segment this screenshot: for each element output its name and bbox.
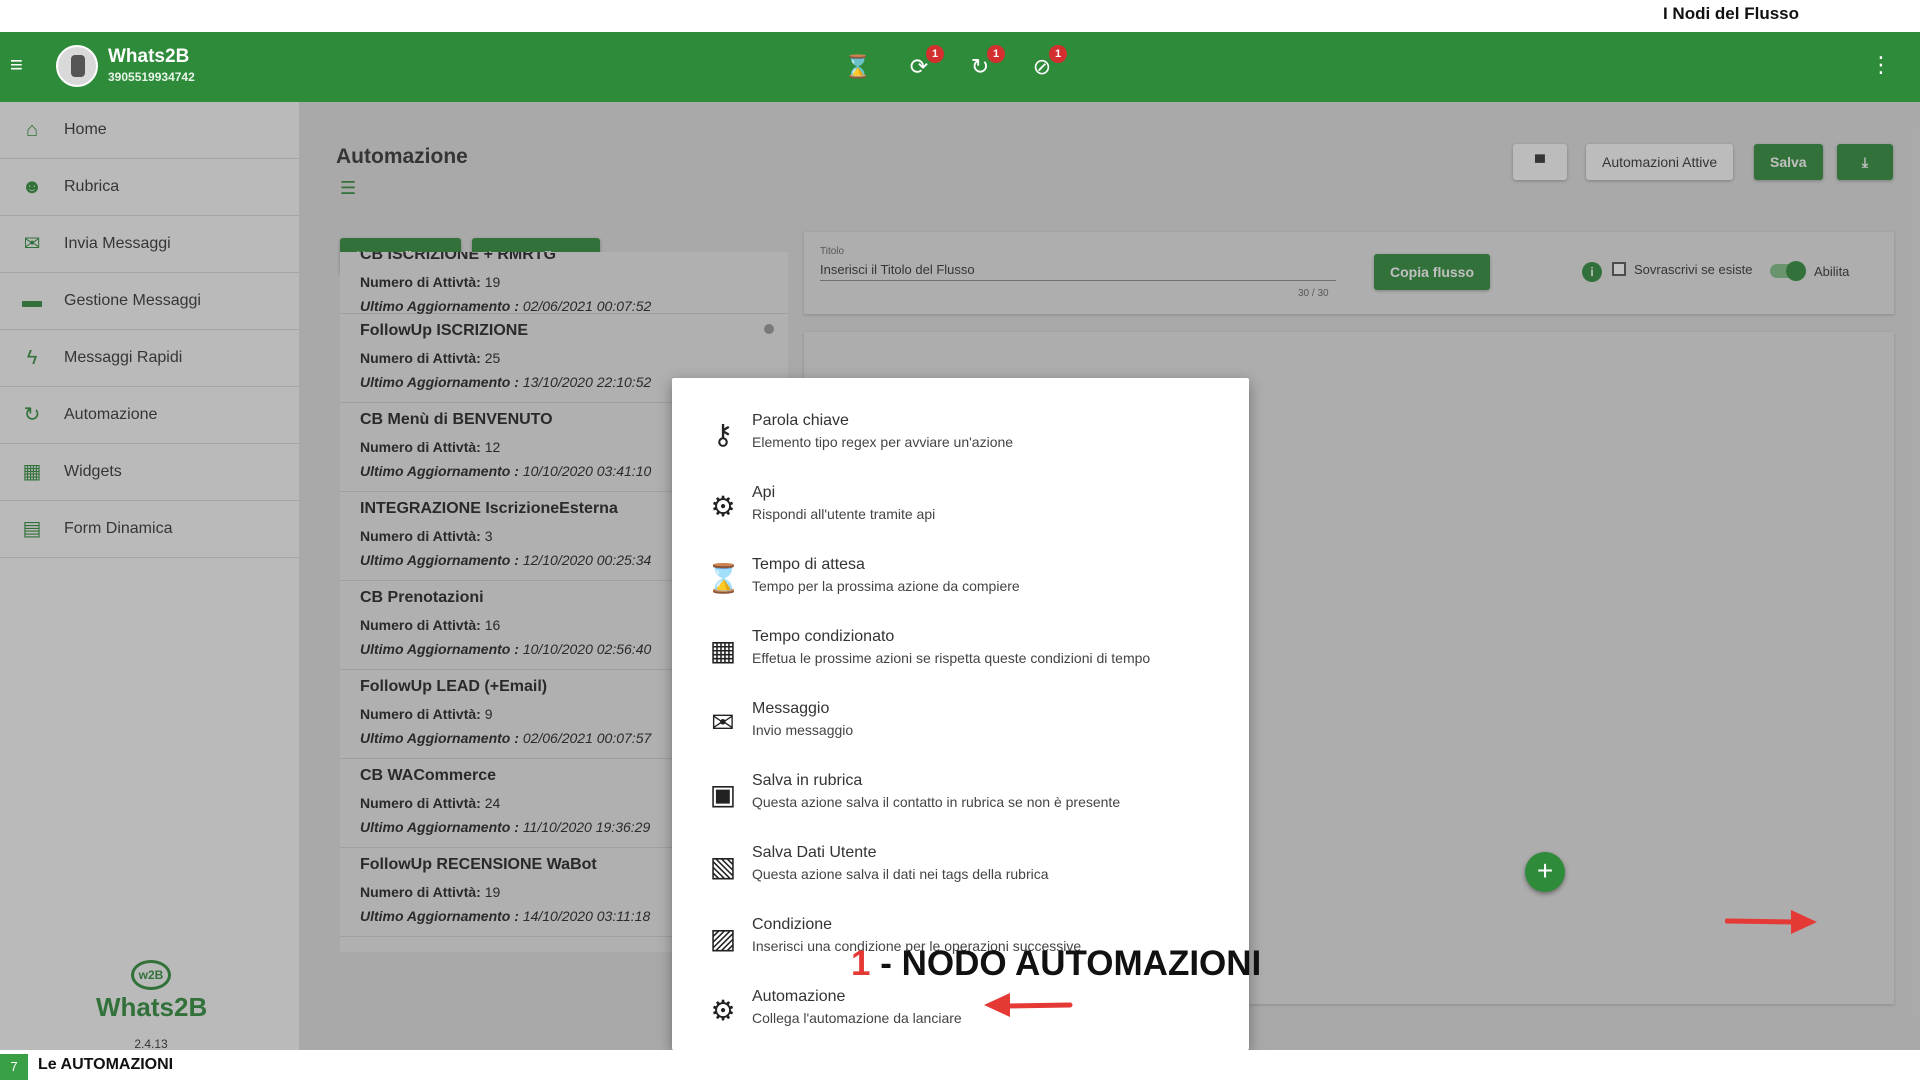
menu-item-title: Salva in rubrica	[752, 772, 863, 789]
menu-icon[interactable]: ≡	[10, 54, 32, 76]
menu-item-tempo-condizionato[interactable]: ▦ Tempo condizionato Effetua le prossime…	[672, 616, 1249, 688]
menu-item-title: Parola chiave	[752, 412, 849, 429]
app-name: Whats2B	[108, 46, 190, 67]
envelope-icon: ✉	[711, 707, 735, 738]
menu-item-messaggio[interactable]: ✉ Messaggio Invio messaggio	[672, 688, 1249, 760]
notification-badge: 1	[1049, 45, 1067, 63]
hourglass-icon[interactable]: ⌛	[844, 54, 871, 80]
menu-item-title: Automazione	[752, 988, 846, 1005]
phone-number: 3905519934742	[108, 70, 195, 84]
menu-item-subtitle: Questa azione salva il contatto in rubri…	[752, 794, 1121, 810]
avatar[interactable]	[56, 45, 98, 87]
menu-item-title: Tempo di attesa	[752, 556, 865, 573]
slide-title: I Nodi del Flusso	[1662, 4, 1799, 23]
menu-item-salva-in-rubrica[interactable]: ▣ Salva in rubrica Questa azione salva i…	[672, 760, 1249, 832]
api-gear-icon: ⚙	[710, 491, 736, 522]
menu-item-tempo-di-attesa[interactable]: ⌛ Tempo di attesa Tempo per la prossima …	[672, 544, 1249, 616]
menu-item-subtitle: Rispondi all'utente tramite api	[752, 506, 936, 522]
top-bar: ≡ Whats2B 3905519934742 ⌛ ⟳ 1 ↻ 1 ⊘ 1 ⋮	[0, 32, 1920, 102]
user-data-icon: ▧	[709, 851, 737, 882]
menu-item-subtitle: Tempo per la prossima azione da compiere	[752, 578, 1020, 594]
menu-item-subtitle: Questa azione salva il dati nei tags del…	[752, 866, 1049, 882]
refresh-icon[interactable]: ↻ 1	[967, 45, 1005, 80]
menu-item-automazione[interactable]: ⚙ Automazione Collega l'automazione da l…	[672, 976, 1249, 1048]
more-vert-icon[interactable]: ⋮	[1870, 52, 1892, 78]
notification-badge: 1	[926, 45, 944, 63]
menu-item-title: Tempo condizionato	[752, 628, 895, 645]
add-node-button[interactable]: +	[1525, 852, 1565, 892]
menu-item-title: Salva Dati Utente	[752, 844, 877, 861]
menu-item-subtitle: Collega l'automazione da lanciare	[752, 1010, 962, 1026]
menu-item-title: Api	[752, 484, 776, 501]
menu-item-subtitle: Elemento tipo regex per avviare un'azion…	[752, 434, 1014, 450]
menu-item-api[interactable]: ⚙ Api Rispondi all'utente tramite api	[672, 472, 1249, 544]
menu-item-title: Condizione	[752, 916, 833, 933]
annotation-number: 1	[851, 944, 871, 983]
hourglass-icon: ⌛	[706, 563, 741, 594]
condition-icon: ▨	[709, 923, 737, 954]
annotation-arrow	[984, 993, 1073, 1017]
menu-item-salva-dati-utente[interactable]: ▧ Salva Dati Utente Questa azione salva …	[672, 832, 1249, 904]
annotation-text: - NODO AUTOMAZIONI	[870, 944, 1262, 983]
slide-footer: 7 Le AUTOMAZIONI	[0, 1050, 1920, 1080]
page-number: 7	[0, 1054, 28, 1080]
automation-gear-icon: ⚙	[710, 995, 736, 1026]
floppy-icon: ▣	[709, 779, 737, 810]
notification-badge: 1	[987, 45, 1005, 63]
annotation-arrow	[1725, 910, 1817, 934]
menu-item-subtitle: Invio messaggio	[752, 722, 854, 738]
footer-title: Le AUTOMAZIONI	[38, 1056, 174, 1073]
calendar-icon: ▦	[709, 635, 737, 666]
menu-item-title: Messaggio	[752, 700, 830, 717]
timer-icon[interactable]: ⟳ 1	[906, 45, 944, 80]
menu-item-parola-chiave[interactable]: ⚷ Parola chiave Elemento tipo regex per …	[672, 400, 1249, 472]
key-icon: ⚷	[712, 419, 734, 450]
annotation-label: 1 - NODO AUTOMAZIONI	[851, 944, 1261, 984]
offline-icon[interactable]: ⊘ 1	[1029, 45, 1067, 80]
menu-item-subtitle: Effetua le prossime azioni se rispetta q…	[752, 650, 1151, 666]
